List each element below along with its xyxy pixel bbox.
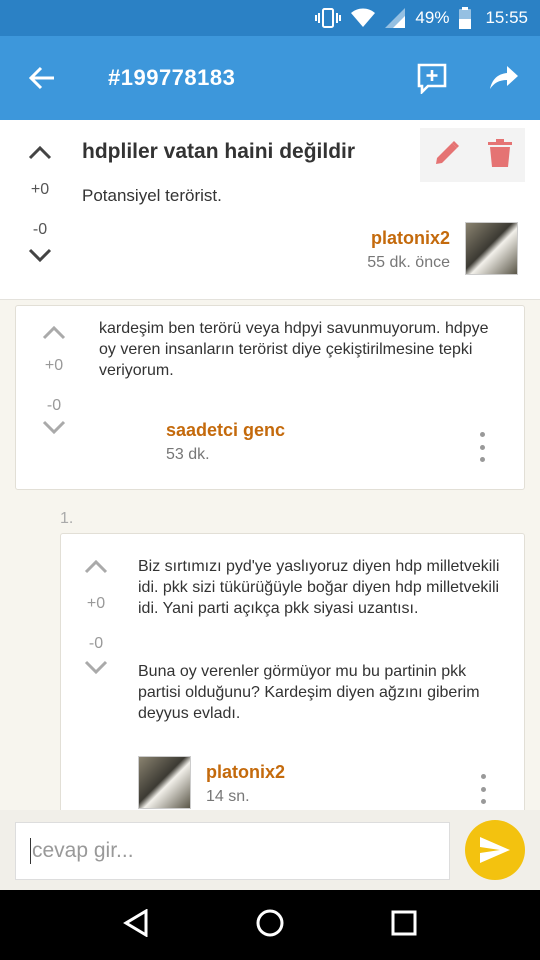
downvote-count: -0 bbox=[88, 635, 104, 652]
more-options-icon[interactable] bbox=[473, 774, 493, 804]
downvote-count: -0 bbox=[32, 221, 48, 238]
more-options-icon[interactable] bbox=[472, 432, 492, 462]
reply-paragraph-2: Buna oy verenler görmüyor mu bu partinin… bbox=[138, 663, 480, 722]
upvote-button[interactable] bbox=[29, 324, 79, 348]
chevron-up-icon bbox=[84, 559, 108, 574]
nav-home-button[interactable] bbox=[255, 908, 285, 943]
downvote-button[interactable] bbox=[15, 248, 65, 274]
pencil-icon bbox=[436, 140, 460, 164]
upvote-button[interactable] bbox=[15, 144, 65, 170]
post-title: hdpliler vatan haini değildir bbox=[82, 140, 356, 163]
clock: 15:55 bbox=[485, 8, 528, 27]
upvote-count: +0 bbox=[44, 357, 64, 374]
post-card: +0 -0 hdpliler vatan haini değildir Pota… bbox=[0, 120, 540, 300]
send-button[interactable] bbox=[465, 820, 525, 880]
comment-text: kardeşim ben terörü veya hdpyi savunmuyo… bbox=[99, 320, 489, 379]
downvote-count: -0 bbox=[46, 397, 62, 414]
status-bar: 49% 15:55 bbox=[0, 0, 540, 36]
arrow-back-icon bbox=[29, 66, 54, 90]
downvote-button[interactable] bbox=[71, 660, 121, 684]
signal-icon bbox=[385, 8, 406, 28]
app-bar: #199778183 bbox=[0, 36, 540, 120]
post-vote-column: +0 -0 bbox=[15, 144, 65, 274]
post-body: Potansiyel terörist. bbox=[82, 186, 222, 205]
chevron-down-icon bbox=[28, 248, 52, 263]
downvote-button[interactable] bbox=[29, 420, 79, 444]
chevron-up-icon bbox=[42, 325, 66, 340]
comment-author[interactable]: saadetci genc bbox=[166, 420, 285, 441]
nav-recents-button[interactable] bbox=[391, 910, 417, 941]
upvote-count: +0 bbox=[86, 595, 106, 612]
share-arrow-icon bbox=[490, 66, 518, 89]
reply-time: 14 sn. bbox=[206, 788, 250, 805]
comment-vote-column: +0 -0 bbox=[29, 324, 79, 444]
comment-time: 53 dk. bbox=[166, 446, 210, 463]
back-button[interactable] bbox=[0, 36, 84, 120]
add-comment-icon bbox=[417, 63, 447, 94]
square-recents-icon bbox=[391, 910, 417, 935]
reply-vote-column: +0 -0 bbox=[71, 558, 121, 684]
upvote-count: +0 bbox=[30, 181, 50, 198]
post-author[interactable]: platonix2 bbox=[371, 228, 450, 249]
post-time: 55 dk. önce bbox=[367, 254, 450, 271]
delete-button[interactable] bbox=[487, 138, 512, 172]
avatar[interactable] bbox=[465, 222, 518, 275]
wifi-icon bbox=[351, 8, 376, 28]
chevron-up-icon bbox=[28, 145, 52, 160]
avatar[interactable] bbox=[138, 756, 191, 809]
text-cursor bbox=[30, 838, 31, 864]
system-nav-bar bbox=[0, 890, 540, 960]
chevron-down-icon bbox=[42, 420, 66, 435]
circle-home-icon bbox=[256, 909, 284, 936]
trash-icon bbox=[487, 138, 512, 167]
triangle-back-icon bbox=[123, 907, 148, 938]
battery-percent: 49% bbox=[415, 8, 450, 27]
post-tools bbox=[420, 128, 525, 182]
reply-paragraph-1: Biz sırtımızı pyd'ye yaslıyoruz diyen hd… bbox=[138, 558, 500, 617]
edit-button[interactable] bbox=[433, 139, 461, 172]
add-comment-button[interactable] bbox=[396, 36, 468, 120]
reply-card: +0 -0 Biz sırtımızı pyd'ye yaslıyoruz di… bbox=[60, 533, 525, 823]
chevron-down-icon bbox=[84, 660, 108, 675]
vibrate-icon bbox=[315, 8, 342, 28]
reply-author[interactable]: platonix2 bbox=[206, 762, 285, 783]
reply-input[interactable]: cevap gir... bbox=[15, 822, 450, 880]
reply-input-bar: cevap gir... bbox=[0, 810, 540, 890]
share-button[interactable] bbox=[468, 36, 540, 120]
send-icon bbox=[480, 837, 510, 863]
page-title: #199778183 bbox=[108, 65, 236, 90]
nav-back-button[interactable] bbox=[123, 907, 149, 942]
reply-index: 1. bbox=[60, 510, 74, 527]
comment-card: +0 -0 kardeşim ben terörü veya hdpyi sav… bbox=[15, 305, 525, 490]
reply-input-placeholder: cevap gir... bbox=[32, 839, 134, 862]
battery-icon bbox=[459, 7, 472, 29]
upvote-button[interactable] bbox=[71, 558, 121, 582]
